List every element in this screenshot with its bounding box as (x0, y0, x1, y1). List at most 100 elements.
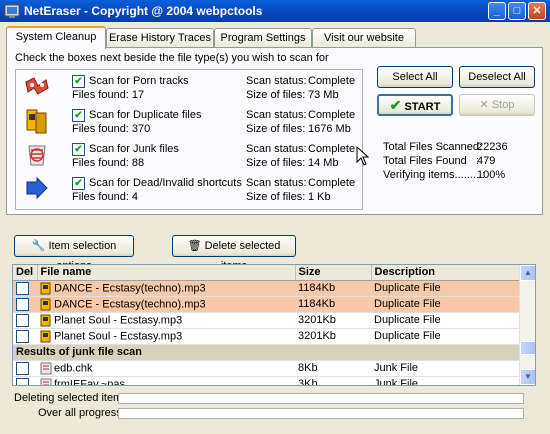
scan-status-label: Scan status: (246, 143, 307, 155)
table-row[interactable]: DANCE - Ecstasy(techno).mp3 1184Kb Dupli… (13, 280, 520, 297)
verifying-label: Verifying items.........: (383, 169, 486, 181)
table-row[interactable]: Planet Soul - Ecstasy.mp3 3201Kb Duplica… (13, 312, 520, 329)
scan-row-duplicate: ✔ Scan for Duplicate files Files found: … (16, 106, 362, 138)
scan-instruction: Check the boxes next beside the file typ… (15, 52, 329, 64)
row-delete-checkbox[interactable] (16, 313, 29, 327)
row-filename: DANCE - Ecstasy(techno).mp3 (54, 281, 206, 294)
checkmark-icon: ✔ (389, 97, 402, 113)
tab-program-settings[interactable]: Program Settings (214, 28, 312, 48)
row-size: 3201Kb (295, 312, 371, 329)
stop-label: Stop (491, 99, 515, 111)
row-filename: edb.chk (54, 361, 93, 374)
trash-icon: 🗑 (187, 240, 202, 252)
selection-options-icon: 🔧 (31, 240, 46, 252)
scan-row-junk: ✔ Scan for Junk files Files found: 88 Sc… (16, 140, 362, 172)
junk-file-icon (40, 362, 52, 374)
row-filename: DANCE - Ecstasy(techno).mp3 (54, 297, 206, 310)
tab-erase-history[interactable]: Erase History Traces (106, 28, 214, 48)
minimize-button[interactable]: _ (488, 2, 506, 20)
deselect-all-button[interactable]: Deselect All (459, 66, 535, 88)
delete-selected-button[interactable]: 🗑 Delete selected items (172, 235, 296, 272)
scan-shortcuts-found: Files found: 4 (72, 191, 139, 203)
row-description: Duplicate File (371, 280, 520, 297)
scan-status-label: Scan status: (246, 75, 307, 87)
row-description: Duplicate File (371, 296, 520, 313)
column-header-size[interactable]: Size (295, 265, 372, 281)
scan-shortcuts-checkbox[interactable]: ✔ (72, 177, 85, 190)
title-bar[interactable]: NetEraser - Copyright @ 2004 webpctools … (0, 0, 550, 22)
select-all-button[interactable]: Select All (377, 66, 453, 88)
scan-junk-found: Files found: 88 (72, 157, 145, 169)
maximize-button[interactable]: □ (508, 2, 526, 20)
group-header-row: Results of junk file scan (13, 344, 520, 361)
stop-button[interactable]: ✕ Stop (459, 94, 535, 116)
scan-junk-size: 14 Mb (308, 157, 339, 169)
row-description: Duplicate File (371, 328, 520, 345)
column-header-description[interactable]: Description (371, 265, 520, 281)
size-of-files-label: Size of files: (246, 123, 306, 135)
mp3-file-icon (40, 330, 51, 342)
scan-porn-found: Files found: 17 (72, 89, 145, 101)
app-icon (4, 4, 20, 18)
row-filename: Planet Soul - Ecstasy.mp3 (54, 313, 183, 326)
scan-status-label: Scan status: (246, 177, 307, 189)
app-window: NetEraser - Copyright @ 2004 webpctools … (0, 0, 550, 434)
window-title: NetEraser - Copyright @ 2004 webpctools (24, 4, 263, 18)
verifying-row: Verifying items.........: 100% (383, 169, 505, 181)
row-description: Duplicate File (371, 312, 520, 329)
scan-porn-size: 73 Mb (308, 89, 339, 101)
row-delete-checkbox[interactable] (16, 377, 29, 385)
scan-duplicate-size: 1676 Mb (308, 123, 351, 135)
junk-file-icon (40, 378, 52, 385)
table-row[interactable]: frmIEFav.~pas 3Kb Junk File (13, 376, 520, 386)
scroll-up-arrow-icon[interactable]: ▲ (520, 265, 535, 281)
row-delete-checkbox[interactable] (16, 297, 29, 311)
row-description: Junk File (371, 376, 520, 385)
table-row[interactable]: Planet Soul - Ecstasy.mp3 3201Kb Duplica… (13, 328, 520, 345)
results-list[interactable]: Del File name Size Description DANCE - E… (12, 264, 536, 386)
row-description: Junk File (371, 360, 520, 377)
row-filename: Planet Soul - Ecstasy.mp3 (54, 329, 183, 342)
item-selection-button[interactable]: 🔧 Item selection options (14, 235, 134, 272)
start-label: START (404, 101, 441, 113)
verifying-value: 100% (477, 169, 506, 181)
junk-results-header: Results of junk file scan (13, 344, 520, 361)
scan-junk-label: Scan for Junk files (89, 143, 179, 155)
scroll-thumb[interactable] (520, 341, 535, 355)
scan-row-shortcuts: ✔ Scan for Dead/Invalid shortcuts Files … (16, 174, 362, 206)
scan-duplicate-status: Complete (308, 109, 356, 121)
scan-status-label: Scan status: (246, 109, 307, 121)
scan-duplicate-found: Files found: 370 (72, 123, 151, 135)
table-row[interactable]: edb.chk 8Kb Junk File (13, 360, 520, 377)
table-row[interactable]: DANCE - Ecstasy(techno).mp3 1184Kb Dupli… (13, 296, 520, 313)
scan-porn-status: Complete (308, 75, 356, 87)
tab-system-cleanup[interactable]: System Cleanup (6, 26, 106, 49)
row-filename: frmIEFav.~pas (54, 377, 126, 386)
system-cleanup-panel: Check the boxes next beside the file typ… (6, 47, 543, 215)
overall-progress-bar (118, 408, 524, 419)
close-button[interactable]: ✕ (528, 2, 546, 20)
row-delete-checkbox[interactable] (16, 361, 29, 375)
row-size: 1184Kb (295, 280, 371, 297)
tab-visit-website[interactable]: Visit our website (312, 28, 416, 48)
porn-tracks-icon (25, 77, 49, 95)
row-delete-checkbox[interactable] (16, 329, 29, 343)
row-size: 3201Kb (295, 328, 371, 345)
scan-options-group: ✔ Scan for Porn tracks Files found: 17 S… (15, 69, 363, 210)
vertical-scrollbar[interactable]: ▲ ▼ (519, 265, 535, 385)
scroll-down-arrow-icon[interactable]: ▼ (520, 369, 535, 385)
mp3-file-icon (40, 314, 51, 326)
total-scanned-row: Total Files Scanned: 22236 (383, 141, 508, 153)
row-delete-checkbox[interactable] (16, 281, 29, 295)
scan-porn-checkbox[interactable]: ✔ (72, 75, 85, 88)
scan-junk-checkbox[interactable]: ✔ (72, 143, 85, 156)
scan-shortcuts-label: Scan for Dead/Invalid shortcuts (89, 177, 242, 189)
column-header-filename[interactable]: File name (37, 265, 296, 281)
overall-progress-label: Over all progress: (38, 407, 125, 419)
total-found-value: 479 (477, 155, 496, 167)
column-header-del[interactable]: Del (13, 265, 38, 281)
scan-duplicate-checkbox[interactable]: ✔ (72, 109, 85, 122)
start-button[interactable]: ✔ START (377, 94, 453, 116)
minimize-icon: _ (493, 5, 501, 17)
mouse-cursor-icon (356, 146, 370, 166)
